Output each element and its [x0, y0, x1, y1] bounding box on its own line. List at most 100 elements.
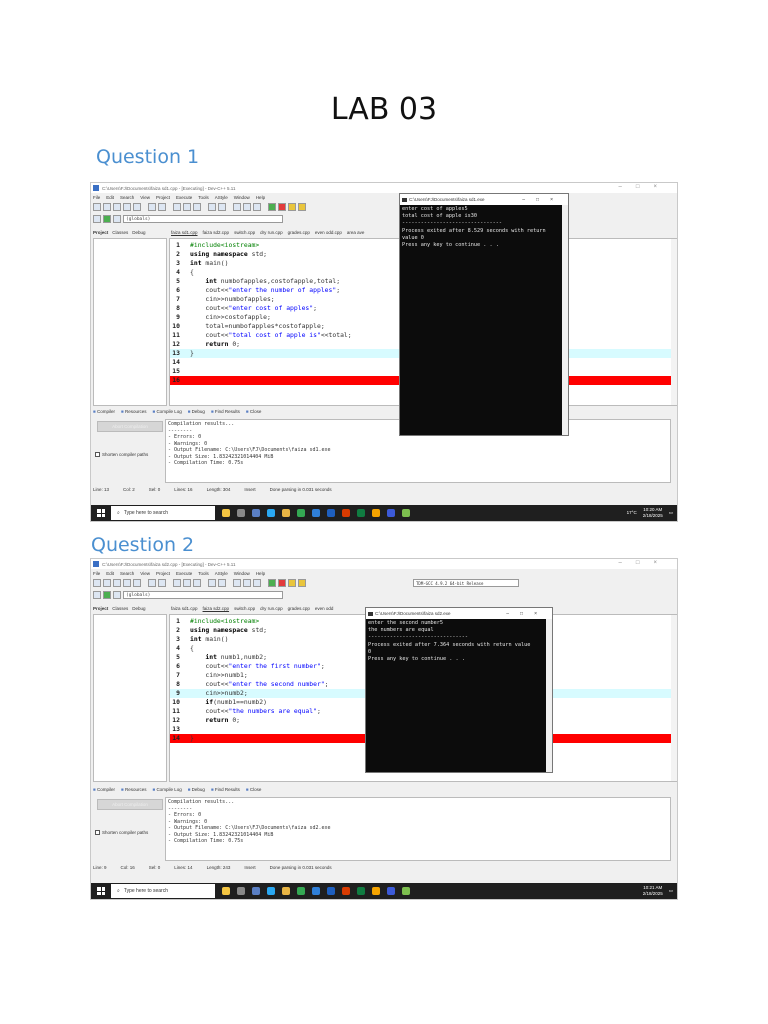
toolbar-button-icon[interactable] [148, 202, 156, 211]
compiler-select[interactable]: TDM-GCC 4.9.2 64-bit Release [413, 579, 519, 587]
toolbar-button-icon[interactable] [208, 202, 216, 211]
taskbar-app-icon[interactable] [237, 887, 245, 895]
taskbar-app-icon[interactable] [342, 509, 350, 517]
menu-item-project[interactable]: Project [156, 571, 170, 576]
toolbar-button-icon[interactable] [268, 202, 276, 211]
file-tab[interactable]: area ave [347, 230, 365, 235]
console-window[interactable]: C:\Users\FJ\Documents\faiza sd1.exe –□× en… [399, 193, 569, 436]
taskbar-app-icon[interactable] [387, 509, 395, 517]
bottom-tab-find-results[interactable]: Find Results [211, 409, 240, 414]
toolbar-button-icon[interactable] [218, 578, 226, 587]
toolbar-button-icon[interactable] [183, 202, 191, 211]
menu-item-project[interactable]: Project [156, 195, 170, 200]
toolbar-button-icon[interactable] [233, 578, 241, 587]
toolbar-button-icon[interactable] [123, 202, 131, 211]
toolbar-button-icon[interactable] [218, 202, 226, 211]
window-controls[interactable]: –□× [619, 560, 671, 566]
tab-debug[interactable]: Debug [132, 230, 145, 235]
toolbar-button-icon[interactable] [253, 578, 261, 587]
class-icon[interactable] [113, 590, 121, 599]
toolbar-button-icon[interactable] [133, 202, 141, 211]
menu-item-edit[interactable]: Edit [106, 195, 114, 200]
taskbar-search[interactable]: ⌕ Type here to search [111, 884, 215, 898]
console-scrollbar[interactable] [546, 619, 552, 772]
shorten-paths-checkbox[interactable] [95, 452, 100, 457]
taskbar-app-icon[interactable] [222, 887, 230, 895]
bottom-tab-compiler[interactable]: Compiler [93, 787, 115, 792]
file-tab[interactable]: even odd [315, 606, 334, 611]
file-tab[interactable]: faiza sd1.cpp [171, 606, 198, 611]
bottom-tab-debug[interactable]: Debug [188, 409, 205, 414]
taskbar-app-icon[interactable] [267, 887, 275, 895]
bottom-tab-resources[interactable]: Resources [121, 787, 147, 792]
menu-item-file[interactable]: File [93, 571, 100, 576]
taskbar-clock[interactable]: 10:21 AM 2/18/2025 [643, 885, 663, 896]
toolbar-button-icon[interactable] [93, 578, 101, 587]
taskbar-clock[interactable]: 10:20 AM 2/18/2025 [643, 507, 663, 518]
toolbar-button-icon[interactable] [233, 202, 241, 211]
shorten-paths-checkbox[interactable] [95, 830, 100, 835]
taskbar-app-icon[interactable] [372, 509, 380, 517]
abort-compilation-button[interactable]: Abort Compilation [97, 421, 163, 432]
shorten-paths-option[interactable]: Shorten compiler paths [95, 452, 165, 457]
toolbar-button-icon[interactable] [253, 202, 261, 211]
taskbar-app-icon[interactable] [222, 509, 230, 517]
toolbar-button-icon[interactable] [93, 202, 101, 211]
menu-item-window[interactable]: Window [234, 195, 250, 200]
bottom-tab-close[interactable]: Close [246, 787, 262, 792]
bottom-tab-debug[interactable]: Debug [188, 787, 205, 792]
bottom-tab-resources[interactable]: Resources [121, 409, 147, 414]
back-icon[interactable] [93, 214, 101, 223]
menu-item-astyle[interactable]: AStyle [215, 571, 228, 576]
console-window-controls[interactable]: –□× [506, 611, 548, 617]
bottom-tab-compile-log[interactable]: Compile Log [152, 409, 181, 414]
toolbar-button-icon[interactable] [298, 578, 306, 587]
menu-item-tools[interactable]: Tools [198, 195, 209, 200]
tab-classes[interactable]: Classes [112, 230, 128, 235]
taskbar-search[interactable]: ⌕ Type here to search [111, 506, 215, 520]
menu-item-view[interactable]: View [140, 571, 150, 576]
toolbar-button-icon[interactable] [193, 202, 201, 211]
menu-item-execute[interactable]: Execute [176, 571, 192, 576]
toolbar-button-icon[interactable] [158, 578, 166, 587]
windows-start-icon[interactable] [97, 887, 105, 895]
toolbar-button-icon[interactable] [103, 578, 111, 587]
shorten-paths-option[interactable]: Shorten compiler paths [95, 830, 165, 835]
taskbar-app-icon[interactable] [402, 509, 410, 517]
taskbar-app-icon[interactable] [297, 509, 305, 517]
taskbar-app-icon[interactable] [282, 887, 290, 895]
toolbar-button-icon[interactable] [288, 578, 296, 587]
toolbar-button-icon[interactable] [158, 202, 166, 211]
taskbar-app-icon[interactable] [342, 887, 350, 895]
bottom-tab-find-results[interactable]: Find Results [211, 787, 240, 792]
file-tab[interactable]: grades.cpp [288, 606, 310, 611]
notification-icon[interactable]: ▭ [669, 510, 673, 516]
taskbar-app-icon[interactable] [252, 887, 260, 895]
taskbar-app-icon[interactable] [267, 509, 275, 517]
menu-item-astyle[interactable]: AStyle [215, 195, 228, 200]
file-tab[interactable]: faiza sd1.cpp [171, 230, 198, 235]
tab-debug[interactable]: Debug [132, 606, 145, 611]
taskbar-app-icon[interactable] [252, 509, 260, 517]
toolbar-button-icon[interactable] [193, 578, 201, 587]
toolbar-button-icon[interactable] [243, 202, 251, 211]
file-tab[interactable]: switch.cpp [234, 230, 255, 235]
file-tab[interactable]: dry run.cpp [260, 230, 283, 235]
toolbar-button-icon[interactable] [208, 578, 216, 587]
menu-item-execute[interactable]: Execute [176, 195, 192, 200]
taskbar-app-icon[interactable] [327, 887, 335, 895]
editor-scrollbar[interactable] [671, 239, 677, 405]
taskbar-app-icon[interactable] [357, 887, 365, 895]
forward-icon[interactable] [103, 214, 111, 223]
taskbar-app-icon[interactable] [387, 887, 395, 895]
windows-start-icon[interactable] [97, 509, 105, 517]
console-window[interactable]: C:\Users\FJ\Documents\faiza sd2.exe –□× en… [365, 607, 553, 773]
menu-item-help[interactable]: Help [256, 571, 265, 576]
window-controls[interactable]: –□× [619, 184, 671, 190]
file-tab[interactable]: grades.cpp [288, 230, 310, 235]
file-tab[interactable]: dry run.cpp [260, 606, 283, 611]
tab-project[interactable]: Project [93, 230, 108, 235]
taskbar-app-icon[interactable] [372, 887, 380, 895]
console-window-controls[interactable]: –□× [522, 197, 564, 203]
taskbar-app-icon[interactable] [237, 509, 245, 517]
